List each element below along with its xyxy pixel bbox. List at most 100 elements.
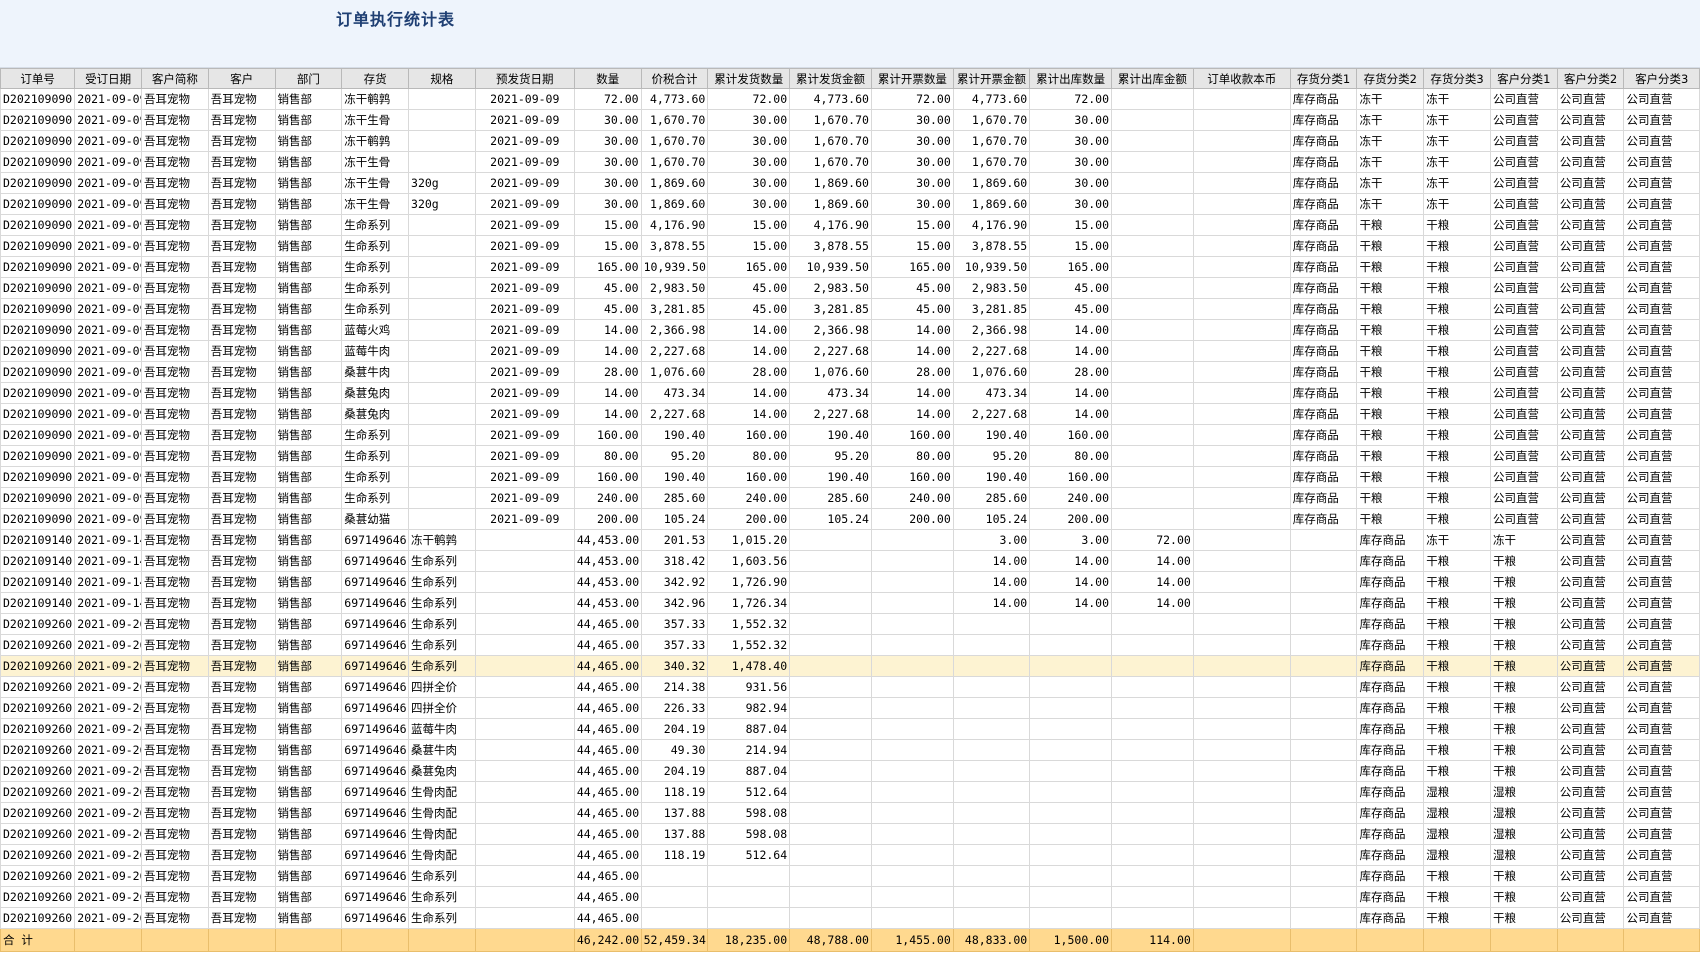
table-row[interactable]: D202109260 2021-09-26 吾耳宠物 吾耳宠物 销售部 697149646… (0, 907, 1700, 929)
column-header[interactable]: 客户分类2 (1556, 68, 1625, 89)
column-header[interactable]: 预发货日期 (474, 68, 575, 89)
total-row[interactable]: 合 计 46,242.00 52,459.34 18,235.00 48,788.00 1… (0, 928, 1700, 952)
table-cell (952, 781, 1031, 803)
table-row[interactable]: D202109260 2021-09-26 吾耳宠物 吾耳宠物 销售部 697149646… (0, 760, 1700, 782)
table-row[interactable]: D202109260 2021-09-26 吾耳宠物 吾耳宠物 销售部 697149646… (0, 613, 1700, 635)
table-cell: 190.40 (640, 466, 709, 488)
table-cell (1029, 634, 1113, 656)
table-cell: 公司直营 (1556, 613, 1625, 635)
table-row[interactable]: D202109090 2021-09-09 吾耳宠物 吾耳宠物 销售部 冻干鹌鹑 2021-… (0, 88, 1700, 110)
table-cell: 公司直营 (1489, 109, 1558, 131)
table-cell: 226.33 (640, 697, 709, 719)
table-row[interactable]: D202109090 2021-09-09 吾耳宠物 吾耳宠物 销售部 桑葚幼猫 2021-… (0, 508, 1700, 530)
table-row[interactable]: D202109090 2021-09-09 吾耳宠物 吾耳宠物 销售部 生命系列 2021-… (0, 298, 1700, 320)
table-row[interactable]: D202109090 2021-09-09 吾耳宠物 吾耳宠物 销售部 冻干生骨 2021-… (0, 109, 1700, 131)
table-cell: 湿粮 (1423, 802, 1491, 824)
column-header[interactable]: 客户简称 (141, 68, 209, 89)
table-cell: 697149646 (341, 613, 410, 635)
column-header[interactable]: 部门 (274, 68, 343, 89)
column-header[interactable]: 累计发货金额 (789, 68, 872, 89)
table-cell: 吾耳宠物 (207, 214, 276, 236)
table-row[interactable]: D202109090 2021-09-09 吾耳宠物 吾耳宠物 销售部 冻干生骨 320g 2… (0, 193, 1700, 215)
column-header[interactable]: 累计开票数量 (870, 68, 954, 89)
table-row[interactable]: D202109260 2021-09-26 吾耳宠物 吾耳宠物 销售部 697149646… (0, 739, 1700, 761)
table-cell: 697149646 (341, 529, 410, 551)
table-cell: 干粮 (1356, 214, 1425, 236)
table-row[interactable]: D202109260 2021-09-26 吾耳宠物 吾耳宠物 销售部 697149646… (0, 718, 1700, 740)
table-row[interactable]: D202109140 2021-09-14 吾耳宠物 吾耳宠物 销售部 697149646… (0, 592, 1700, 614)
column-header[interactable]: 累计出库数量 (1029, 68, 1113, 89)
column-header[interactable]: 价税合计 (640, 68, 709, 89)
table-cell: 销售部 (274, 256, 343, 278)
table-cell (1111, 802, 1194, 824)
table-cell: 2021-09-09 (474, 256, 575, 278)
table-cell: 160.00 (870, 466, 954, 488)
table-row[interactable]: D202109090 2021-09-09 吾耳宠物 吾耳宠物 销售部 生命系列 2021-… (0, 214, 1700, 236)
column-header[interactable]: 客户分类3 (1623, 68, 1700, 89)
table-cell: 公司直营 (1623, 340, 1700, 362)
table-cell (789, 613, 872, 635)
table-row[interactable]: D202109090 2021-09-09 吾耳宠物 吾耳宠物 销售部 生命系列 2021-… (0, 466, 1700, 488)
table-cell: 销售部 (274, 88, 343, 110)
table-cell: 库存商品 (1356, 907, 1425, 929)
column-header[interactable]: 数量 (573, 68, 642, 89)
table-row[interactable]: D202109260 2021-09-26 吾耳宠物 吾耳宠物 销售部 697149646… (0, 802, 1700, 824)
table-row[interactable]: D202109090 2021-09-09 吾耳宠物 吾耳宠物 销售部 桑葚兔肉 2021-… (0, 382, 1700, 404)
table-row[interactable]: D202109090 2021-09-09 吾耳宠物 吾耳宠物 销售部 生命系列 2021-… (0, 445, 1700, 467)
table-cell: 吾耳宠物 (207, 235, 276, 257)
table-row[interactable]: D202109140 2021-09-14 吾耳宠物 吾耳宠物 销售部 697149646… (0, 571, 1700, 593)
table-row[interactable]: D202109260 2021-09-26 吾耳宠物 吾耳宠物 销售部 697149646… (0, 634, 1700, 656)
table-row[interactable]: D202109090 2021-09-09 吾耳宠物 吾耳宠物 销售部 桑葚牛肉 2021-… (0, 361, 1700, 383)
table-row[interactable]: D202109090 2021-09-09 吾耳宠物 吾耳宠物 销售部 冻干生骨 2021-… (0, 151, 1700, 173)
table-row[interactable]: D202109090 2021-09-09 吾耳宠物 吾耳宠物 销售部 桑葚兔肉 2021-… (0, 403, 1700, 425)
table-row[interactable]: D202109140 2021-09-14 吾耳宠物 吾耳宠物 销售部 697149646… (0, 529, 1700, 551)
table-row[interactable]: D202109260 2021-09-26 吾耳宠物 吾耳宠物 销售部 697149646… (0, 865, 1700, 887)
table-row[interactable]: D202109090 2021-09-09 吾耳宠物 吾耳宠物 销售部 蓝莓火鸡 2021-… (0, 319, 1700, 341)
table-cell: 1,726.34 (707, 592, 791, 614)
column-header[interactable]: 累计开票金额 (952, 68, 1031, 89)
table-row[interactable]: D202109090 2021-09-09 吾耳宠物 吾耳宠物 销售部 冻干生骨 320g 2… (0, 172, 1700, 194)
column-header[interactable]: 累计发货数量 (707, 68, 791, 89)
table-row[interactable]: D202109260 2021-09-26 吾耳宠物 吾耳宠物 销售部 697149646… (0, 844, 1700, 866)
column-header[interactable]: 存货分类1 (1289, 68, 1358, 89)
column-header[interactable]: 客户 (207, 68, 276, 89)
table-cell: D202109140 (0, 571, 76, 593)
column-header[interactable]: 订单收款本币 (1192, 68, 1291, 89)
table-cell: 销售部 (274, 235, 343, 257)
column-header[interactable]: 存货分类2 (1356, 68, 1425, 89)
table-row[interactable]: D202109260 2021-09-26 吾耳宠物 吾耳宠物 销售部 697149646… (0, 697, 1700, 719)
table-row[interactable]: D202109260 2021-09-26 吾耳宠物 吾耳宠物 销售部 697149646… (0, 676, 1700, 698)
table-cell: 吾耳宠物 (207, 550, 276, 572)
table-cell (1111, 277, 1194, 299)
table-cell (474, 802, 575, 824)
column-header[interactable]: 存货 (341, 68, 410, 89)
table-cell: D202109090 (0, 319, 76, 341)
table-row[interactable]: D202109260 2021-09-26 吾耳宠物 吾耳宠物 销售部 697149646… (0, 823, 1700, 845)
table-row[interactable]: D202109140 2021-09-14 吾耳宠物 吾耳宠物 销售部 697149646… (0, 550, 1700, 572)
table-cell (1029, 718, 1113, 740)
table-row[interactable]: D202109090 2021-09-09 吾耳宠物 吾耳宠物 销售部 冻干鹌鹑 2021-… (0, 130, 1700, 152)
table-row[interactable]: D202109090 2021-09-09 吾耳宠物 吾耳宠物 销售部 生命系列 2021-… (0, 235, 1700, 257)
column-header[interactable]: 规格 (408, 68, 476, 89)
table-cell: D202109260 (0, 676, 76, 698)
table-cell: 2021-09-09 (74, 172, 143, 194)
report-grid[interactable]: 订单号 受订日期 客户简称 客户 部门 存货 规格 预发货日期 数量 价税合计 累计发货数量 累计发货… (0, 68, 1700, 957)
table-cell: 697149646 (341, 655, 410, 677)
table-row[interactable]: D202109260 2021-09-26 吾耳宠物 吾耳宠物 销售部 697149646… (0, 886, 1700, 908)
table-row[interactable]: D202109090 2021-09-09 吾耳宠物 吾耳宠物 销售部 生命系列 2021-… (0, 424, 1700, 446)
column-header[interactable]: 订单号 (0, 68, 76, 89)
table-cell: 吾耳宠物 (207, 781, 276, 803)
table-row[interactable]: D202109260 2021-09-26 吾耳宠物 吾耳宠物 销售部 697149646… (0, 781, 1700, 803)
table-row[interactable]: D202109090 2021-09-09 吾耳宠物 吾耳宠物 销售部 生命系列 2021-… (0, 487, 1700, 509)
table-row[interactable]: D202109090 2021-09-09 吾耳宠物 吾耳宠物 销售部 生命系列 2021-… (0, 256, 1700, 278)
table-cell (1111, 508, 1194, 530)
table-row[interactable]: D202109090 2021-09-09 吾耳宠物 吾耳宠物 销售部 生命系列 2021-… (0, 277, 1700, 299)
column-header[interactable]: 受订日期 (74, 68, 143, 89)
table-cell (789, 802, 872, 824)
column-header[interactable]: 累计出库金额 (1111, 68, 1194, 89)
table-row[interactable]: D202109090 2021-09-09 吾耳宠物 吾耳宠物 销售部 蓝莓牛肉 2021-… (0, 340, 1700, 362)
column-header[interactable]: 存货分类3 (1423, 68, 1491, 89)
column-header[interactable]: 客户分类1 (1489, 68, 1558, 89)
table-row[interactable]: D202109260 2021-09-26 吾耳宠物 吾耳宠物 销售部 697149646… (0, 655, 1700, 677)
table-cell: 吾耳宠物 (141, 634, 209, 656)
